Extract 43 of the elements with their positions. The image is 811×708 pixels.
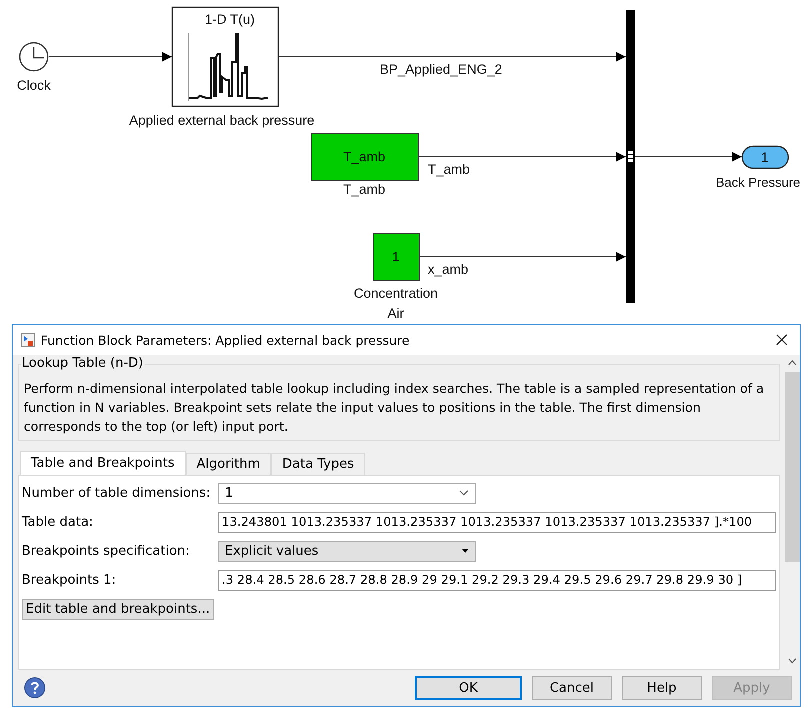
- input-field[interactable]: .3 28.4 28.5 28.6 28.7 28.8 28.9 29 29.1 29.2 29.3 29.4 29.5 29.6 29.7 29.8 29.9 30 ]: [218, 570, 776, 590]
- input-field[interactable]: 13.243801 1013.235337 1013.235337 1013.235337 1013.235337 1013.235337 ].*100: [218, 512, 776, 532]
- port-number: 1: [761, 150, 769, 165]
- help-icon[interactable]: [24, 677, 46, 699]
- block-label: Back Pressure: [716, 175, 801, 190]
- chevron-down-icon: [459, 490, 469, 496]
- dropdown[interactable]: 1: [218, 482, 476, 504]
- tab[interactable]: Algorithm: [186, 453, 272, 475]
- lookup-table-block[interactable]: [172, 6, 280, 108]
- block-icon: [21, 333, 35, 347]
- block-label: Applied external back pressure: [129, 113, 315, 128]
- chevron-down-icon: [788, 658, 796, 664]
- tab[interactable]: Data Types: [271, 453, 366, 475]
- dialog-button[interactable]: Cancel: [532, 676, 612, 700]
- block-value: T_amb: [343, 150, 386, 164]
- block-label: Air: [388, 306, 404, 321]
- outport-block[interactable]: [742, 146, 790, 170]
- block-label: Clock: [17, 78, 51, 93]
- dialog-button[interactable]: OK: [415, 676, 522, 700]
- dialog-button[interactable]: Help: [622, 676, 702, 700]
- clock-icon: [19, 42, 49, 72]
- signal-label: T_amb: [428, 162, 470, 177]
- field-label: Number of table dimensions:: [22, 486, 212, 500]
- block-label: T_amb: [343, 182, 386, 197]
- window-title: Function Block Parameters: Applied external back pressure: [41, 332, 411, 348]
- group-title: Lookup Table (n-D): [21, 356, 145, 371]
- constant-block[interactable]: [311, 133, 419, 181]
- tab[interactable]: Table and Breakpoints: [20, 451, 186, 475]
- description-text: Perform n-dimensional interpolated table lookup including index searches. The table is a sampled representation of a function in N variables. Breakpoint sets relate the input values to positions in the table. The first dimension corresponds to the top (or left) input port.: [24, 380, 766, 436]
- field-label: Table data:: [22, 514, 94, 530]
- block-value: 1: [392, 250, 400, 264]
- block-title: 1-D T(u): [205, 12, 255, 27]
- dropdown[interactable]: Explicit values: [218, 540, 476, 562]
- close-icon: [776, 334, 788, 346]
- field-label: Breakpoints 1:: [22, 572, 118, 588]
- edit-button[interactable]: Edit table and breakpoints...: [22, 599, 214, 620]
- signal-label: BP_Applied_ENG_2: [380, 62, 502, 77]
- caret-icon: [462, 549, 469, 553]
- chevron-up-icon: [788, 360, 796, 366]
- signal-label: x_amb: [428, 262, 469, 277]
- field-label: Breakpoints specification:: [22, 544, 191, 558]
- constant-block[interactable]: [373, 233, 420, 281]
- block-label: Concentration: [354, 286, 438, 301]
